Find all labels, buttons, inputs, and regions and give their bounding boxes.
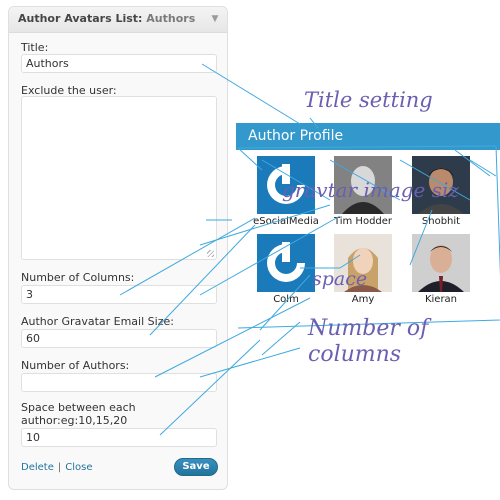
columns-label: Number of Columns: (21, 271, 135, 284)
gravatar-size-input[interactable]: 60 (21, 329, 217, 348)
resize-grip-icon[interactable] (207, 250, 214, 257)
triangle-down-icon[interactable]: ▼ (204, 7, 226, 32)
author-profile-header: Author Profile (236, 123, 500, 150)
author-name: Kieran (424, 294, 458, 305)
delete-link[interactable]: Delete (21, 462, 54, 473)
author-name: Shobhit (421, 216, 461, 227)
link-separator: | (57, 462, 62, 473)
columns-input[interactable]: 3 (21, 285, 217, 304)
title-label: Title: (21, 41, 49, 54)
save-button[interactable]: Save (174, 458, 218, 476)
author-item[interactable]: Kieran (406, 234, 476, 305)
widget-title: Author Avatars List: Authors (18, 12, 196, 25)
space-label-line1: Space between each (21, 401, 136, 414)
author-name: Tim Hodder (333, 216, 393, 227)
author-photo (412, 234, 470, 292)
widget-header[interactable]: Author Avatars List: Authors ▼ (9, 7, 227, 33)
authors-count-input[interactable] (21, 373, 217, 392)
annotation-title-setting: Title setting (304, 88, 433, 112)
close-link[interactable]: Close (65, 462, 92, 473)
exclude-user-textarea[interactable] (21, 96, 217, 260)
author-item[interactable]: Colm (251, 234, 321, 305)
widget-panel: Author Avatars List: Authors ▼ Title: Au… (8, 6, 228, 490)
gravatar-logo-icon (257, 234, 315, 292)
title-input[interactable]: Authors (21, 54, 217, 73)
author-profile-preview: Author Profile eSocialMedia Tim Hodder S… (235, 112, 500, 327)
annotation-columns-line2: columns (308, 342, 402, 367)
authors-count-label: Number of Authors: (21, 359, 130, 372)
annotation-columns-line1: Number of (308, 316, 429, 341)
author-name: Amy (351, 294, 375, 305)
space-input[interactable]: 10 (21, 428, 217, 447)
widget-subtitle: Authors (146, 12, 196, 25)
annotation-gravatar-size: gravtar image siz (282, 178, 459, 202)
author-name: eSocialMedia (253, 216, 319, 227)
space-label-line2: author:eg:10,15,20 (21, 414, 128, 427)
author-name: Colm (273, 294, 299, 305)
annotation-space: space (312, 268, 368, 290)
widget-actions: Delete | Close (21, 462, 92, 473)
gravatar-size-label: Author Gravatar Email Size: (21, 315, 174, 328)
